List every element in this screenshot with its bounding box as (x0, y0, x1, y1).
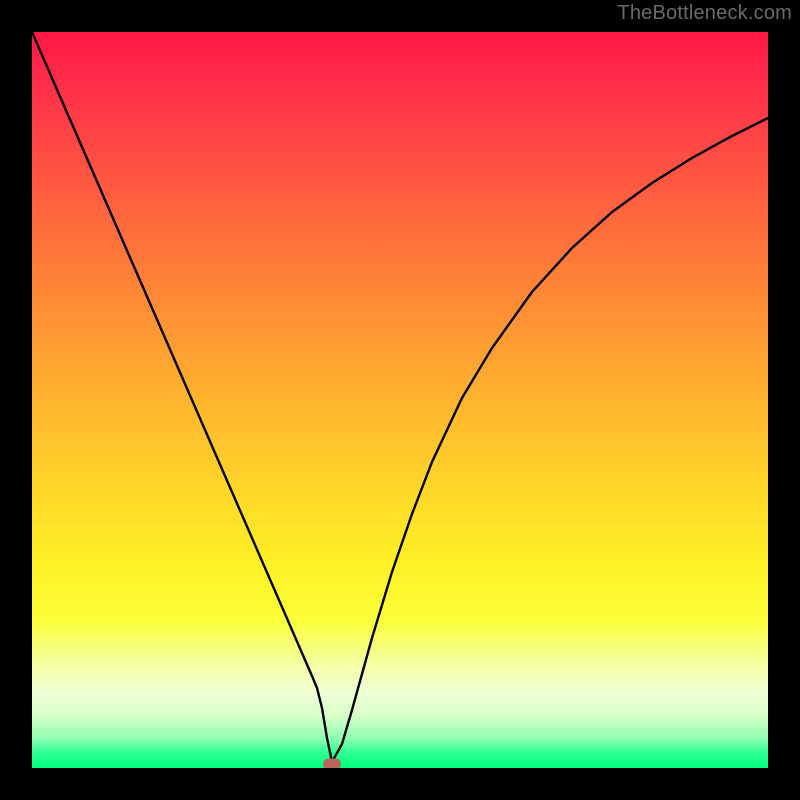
curve-path (32, 32, 768, 762)
plot-area (32, 32, 768, 768)
chart-frame: TheBottleneck.com (0, 0, 800, 800)
optimal-point-marker (323, 759, 341, 769)
bottleneck-curve (32, 32, 768, 768)
watermark-label: TheBottleneck.com (617, 2, 792, 25)
